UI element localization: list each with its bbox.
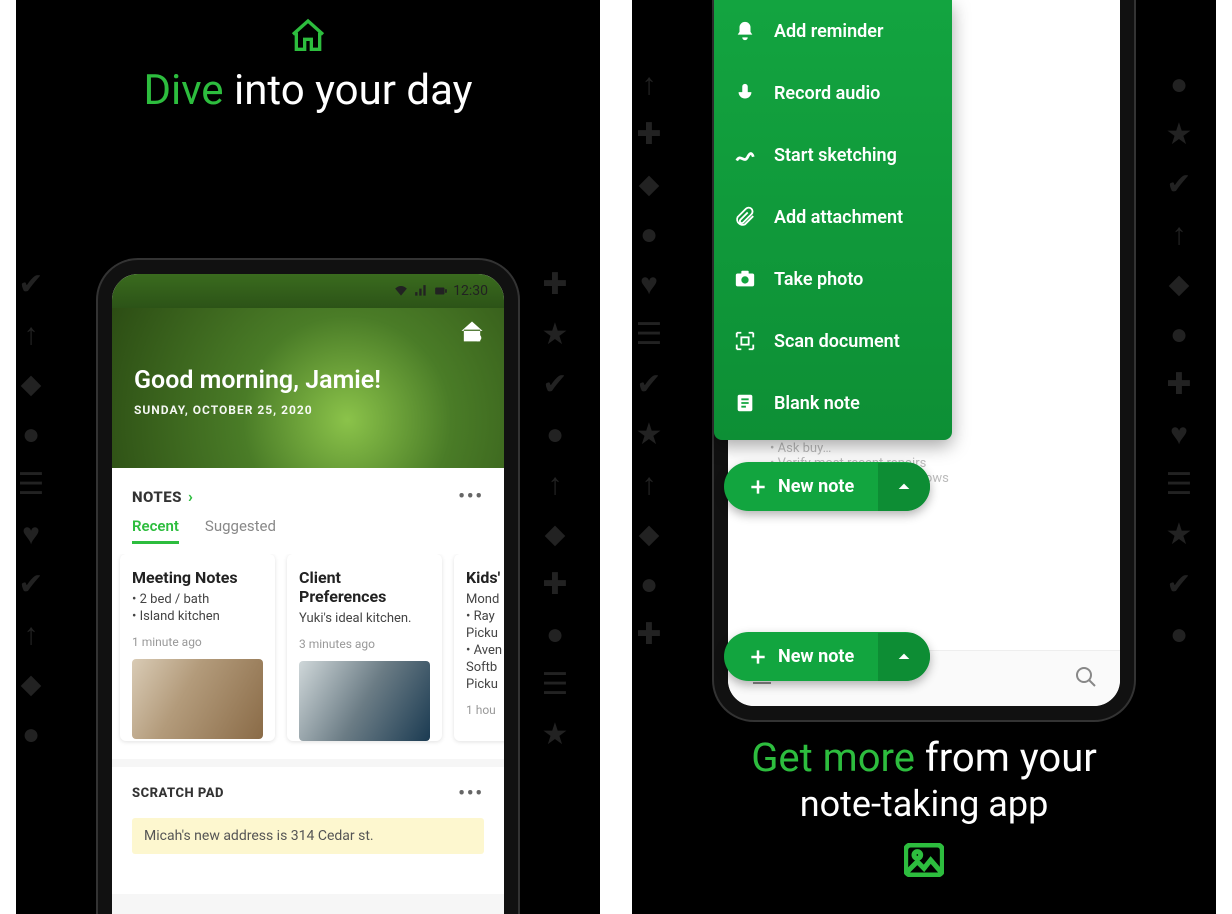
signal-icon [413, 284, 429, 298]
note-card-title: Client Preferences [299, 568, 430, 606]
menu-label: Add reminder [774, 21, 883, 42]
note-card-line: • 2 bed / bath [132, 592, 263, 607]
greeting-text: Good morning, Jamie! [134, 366, 482, 395]
mic-icon [734, 82, 756, 104]
note-card-line: Picku [466, 626, 504, 641]
sketch-icon [734, 144, 756, 166]
status-bar: 12:30 [112, 274, 504, 308]
camera-icon [734, 268, 756, 290]
note-card-line: • Aven [466, 643, 504, 658]
note-card-title: Kids' [466, 568, 504, 587]
status-time: 12:30 [453, 283, 488, 299]
scratchpad-label: SCRATCH PAD [132, 786, 224, 801]
more-icon[interactable]: ••• [458, 783, 484, 804]
battery-icon [433, 284, 449, 298]
note-card[interactable]: Meeting Notes • 2 bed / bath • Island ki… [120, 554, 275, 741]
note-card[interactable]: Kids' Mond • Ray Picku • Aven Softb Pick… [454, 554, 504, 741]
create-menu: Add reminder Record audio Start sketchin… [714, 0, 952, 440]
tab-recent[interactable]: Recent [132, 517, 179, 544]
decorative-pattern: ●★✔↑⬥●✚♥☰★✔● [1154, 60, 1216, 660]
scratchpad-note[interactable]: Micah's new address is 314 Cedar st. [132, 818, 484, 854]
menu-record-audio[interactable]: Record audio [714, 62, 952, 124]
date-text: SUNDAY, OCTOBER 25, 2020 [134, 403, 482, 417]
notes-tabs: Recent Suggested [112, 513, 504, 554]
more-icon[interactable]: ••• [458, 486, 484, 507]
bell-icon [734, 20, 756, 42]
chevron-up-icon [896, 649, 912, 665]
home-icon [288, 16, 328, 60]
headline-rest: from your [925, 734, 1097, 781]
image-icon [904, 843, 944, 881]
headline-line2: note-taking app [632, 783, 1216, 825]
menu-take-photo[interactable]: Take photo [714, 248, 952, 310]
menu-add-attachment[interactable]: Add attachment [714, 186, 952, 248]
note-icon [734, 392, 756, 414]
search-icon[interactable] [1074, 665, 1098, 693]
home-hero: Good morning, Jamie! SUNDAY, OCTOBER 25,… [112, 308, 504, 468]
note-card-line: Yuki's ideal kitchen. [299, 611, 430, 626]
note-card-line: Softb [466, 660, 504, 675]
menu-label: Record audio [774, 83, 880, 104]
headline: Get more from your note-taking app [632, 734, 1216, 881]
note-thumbnail [299, 661, 430, 741]
chevron-up-icon [896, 479, 912, 495]
new-note-fab[interactable]: New note [724, 462, 930, 511]
promo-panel-right: ↑✚⬥●♥☰✔★↑⬥●✚ ●★✔↑⬥●✚♥☰★✔● MeetingClient … [616, 0, 1232, 914]
note-card[interactable]: Client Preferences Yuki's ideal kitchen.… [287, 554, 442, 741]
wifi-icon [393, 284, 409, 298]
attachment-icon [734, 206, 756, 228]
new-note-fab[interactable]: New note [724, 632, 930, 681]
plus-icon [748, 477, 768, 497]
decorative-pattern: ↑✚⬥●♥☰✔★↑⬥●✚ [632, 60, 694, 660]
fab-expand[interactable] [878, 463, 930, 511]
menu-start-sketching[interactable]: Start sketching [714, 124, 952, 186]
note-card-meta: 1 hou [466, 703, 504, 717]
chevron-right-icon: › [188, 487, 193, 506]
headline-accent: Get more [751, 734, 915, 781]
fab-expand[interactable] [878, 633, 930, 681]
note-card-line: Mond [466, 592, 504, 607]
plus-icon [748, 647, 768, 667]
scratchpad-section: SCRATCH PAD ••• Micah's new address is 3… [112, 767, 504, 894]
menu-label: Take photo [774, 269, 863, 290]
note-card-line: • Island kitchen [132, 609, 263, 624]
menu-blank-note[interactable]: Blank note [714, 372, 952, 434]
menu-label: Start sketching [774, 145, 897, 166]
menu-scan-document[interactable]: Scan document [714, 310, 952, 372]
tab-suggested[interactable]: Suggested [205, 517, 276, 544]
note-card-line: Picku [466, 677, 504, 692]
note-card-line: • Ray [466, 609, 504, 624]
menu-label: Scan document [774, 331, 900, 352]
note-card-meta: 1 minute ago [132, 635, 263, 649]
notes-cards-row: Meeting Notes • 2 bed / bath • Island ki… [112, 554, 504, 759]
headline-rest: into your day [234, 66, 473, 115]
notes-label: NOTES [132, 488, 182, 506]
decorative-pattern: ✔↑⬥●☰♥✔↑⬥● [16, 260, 86, 760]
note-card-meta: 3 minutes ago [299, 637, 430, 651]
headline: Dive into your day [16, 16, 600, 115]
scan-icon [734, 330, 756, 352]
menu-label: Blank note [774, 393, 860, 414]
headline-accent: Dive [143, 66, 223, 115]
phone-mockup-home: 12:30 Good morning, Jamie! SUNDAY, OCTOB… [98, 260, 518, 914]
menu-add-reminder[interactable]: Add reminder [714, 0, 952, 62]
fab-label: New note [778, 476, 854, 497]
decorative-pattern: ✚★✔●↑⬥✚●☰★ [530, 260, 600, 760]
promo-panel-left: ✔↑⬥●☰♥✔↑⬥● ✚★✔●↑⬥✚●☰★ Dive into your day… [0, 0, 616, 914]
customize-home-icon[interactable] [458, 318, 486, 346]
note-card-title: Meeting Notes [132, 568, 263, 587]
note-thumbnail [132, 659, 263, 739]
menu-label: Add attachment [774, 207, 903, 228]
notes-section-header[interactable]: NOTES › ••• [112, 468, 504, 513]
fab-label: New note [778, 646, 854, 667]
